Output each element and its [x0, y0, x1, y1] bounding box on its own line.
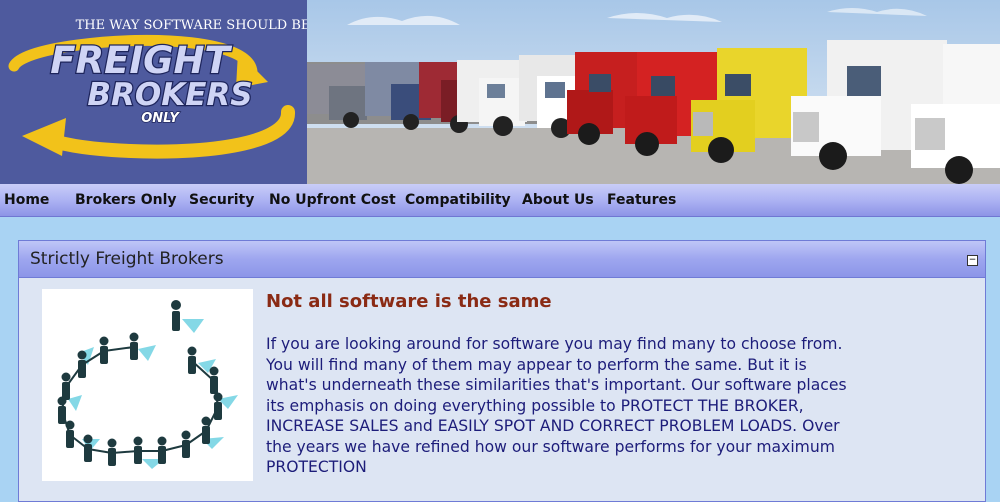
logo-graphic: THE WAY SOFTWARE SHOULD BE FREIGHT BROKE… — [8, 18, 307, 159]
nav-brokers-only[interactable]: Brokers Only — [75, 184, 177, 216]
panel-title: Strictly Freight Brokers — [30, 249, 224, 269]
logo-word-only: ONLY — [141, 111, 180, 126]
nav-about-us[interactable]: About Us — [522, 184, 594, 216]
nav-features[interactable]: Features — [607, 184, 676, 216]
people-circle-illustration — [42, 289, 253, 481]
main-nav: Home Brokers Only Security No Upfront Co… — [0, 184, 1000, 217]
content-panel: Strictly Freight Brokers − Not all softw… — [18, 240, 986, 502]
site-logo[interactable]: THE WAY SOFTWARE SHOULD BE FREIGHT BROKE… — [0, 0, 307, 184]
nav-no-upfront-cost[interactable]: No Upfront Cost — [269, 184, 396, 216]
trucks-banner — [307, 0, 1000, 184]
nav-compatibility[interactable]: Compatibility — [405, 184, 511, 216]
panel-heading: Not all software is the same — [266, 291, 552, 312]
trucks-banner-image — [307, 0, 1000, 184]
logo-word-freight: FREIGHT — [50, 39, 232, 82]
nav-home[interactable]: Home — [4, 184, 49, 216]
logo-word-brokers: BROKERS — [87, 77, 252, 113]
collapse-panel-button[interactable]: − — [967, 255, 978, 266]
nav-security[interactable]: Security — [189, 184, 254, 216]
panel-paragraph: If you are looking around for software y… — [266, 335, 847, 476]
site-header: THE WAY SOFTWARE SHOULD BE FREIGHT BROKE… — [0, 0, 1000, 184]
panel-header: Strictly Freight Brokers − — [19, 241, 985, 278]
logo-tagline: THE WAY SOFTWARE SHOULD BE — [76, 18, 307, 33]
people-circle-image — [57, 300, 238, 469]
